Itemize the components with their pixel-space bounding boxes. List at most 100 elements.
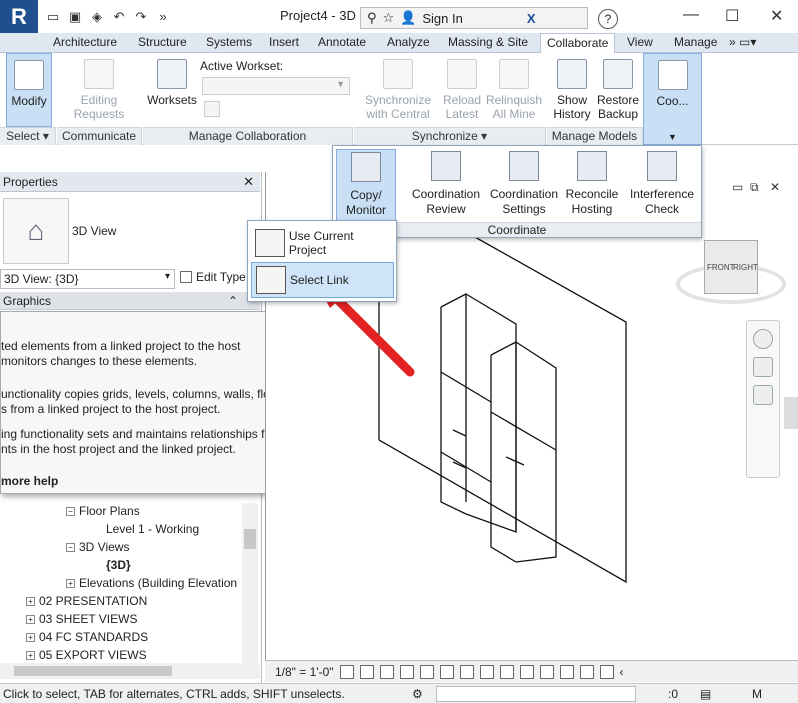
navigation-bar: [746, 320, 780, 478]
interference-check-button[interactable]: Interference Check: [625, 149, 699, 217]
tab-view[interactable]: View: [627, 35, 653, 49]
sign-in-button[interactable]: Sign In: [422, 11, 462, 26]
detail-level-icon[interactable]: [339, 664, 354, 679]
sync-central-button[interactable]: Synchronize with Central: [362, 57, 434, 121]
coordination-settings-button[interactable]: Coordination Settings: [488, 149, 560, 217]
tree-vertical-scrollbar[interactable]: [242, 503, 258, 663]
highlight-displacement-icon[interactable]: [579, 664, 594, 679]
tree-floor-plans[interactable]: − Floor Plans: [66, 504, 140, 518]
close-icon[interactable]: ✕: [770, 6, 783, 26]
expand-icon[interactable]: +: [66, 579, 75, 589]
redo-icon[interactable]: ↷: [132, 8, 150, 26]
reveal-constraints-icon[interactable]: [599, 664, 614, 679]
view-type-selector[interactable]: 3D View: {3D} ▾: [0, 269, 175, 289]
scroll-thumb[interactable]: [14, 666, 172, 676]
coordinate-panel-button[interactable]: Coo... ▼: [643, 53, 702, 145]
tree-3d-views[interactable]: −3D Views: [66, 540, 129, 554]
editing-requests-button[interactable]: Editing Requests: [68, 57, 130, 121]
modify-button[interactable]: Modify: [6, 53, 52, 127]
reload-latest-button[interactable]: Reload Latest: [440, 57, 484, 121]
tab-annotate[interactable]: Annotate: [318, 35, 366, 49]
open-icon[interactable]: ▭: [44, 8, 62, 26]
design-options-icon[interactable]: ▤: [700, 687, 711, 701]
more-help-link[interactable]: more help: [1, 474, 58, 489]
chevron-left-icon[interactable]: ‹: [620, 665, 624, 679]
crop-view-icon[interactable]: [439, 664, 454, 679]
edit-type-button[interactable]: Edit Type: [180, 270, 246, 284]
viewport-scrollbar[interactable]: [784, 397, 798, 429]
tree-presentation[interactable]: +02 PRESENTATION: [26, 594, 147, 608]
shadows-icon[interactable]: [399, 664, 414, 679]
temp-hide-icon[interactable]: [499, 664, 514, 679]
reconcile-hosting-button[interactable]: Reconcile Hosting: [561, 149, 623, 217]
tree-fc-standards[interactable]: +04 FC STANDARDS: [26, 630, 148, 644]
show-crop-icon[interactable]: [459, 664, 474, 679]
tree-horizontal-scrollbar[interactable]: [0, 663, 260, 679]
user-icon: 👤: [400, 10, 417, 25]
tree-elevations[interactable]: + Elevations (Building Elevation: [66, 576, 237, 590]
relinquish-all-button[interactable]: Relinquish All Mine: [485, 57, 543, 121]
tree-level1[interactable]: Level 1 - Working: [106, 522, 199, 536]
restore-backup-button[interactable]: Restore Backup: [595, 57, 641, 121]
save-icon[interactable]: ▣: [66, 8, 84, 26]
tab-architecture[interactable]: Architecture: [53, 35, 117, 49]
star-icon[interactable]: ☆: [383, 10, 395, 26]
tree-sheet-views[interactable]: +03 SHEET VIEWS: [26, 612, 137, 626]
lock-view-icon[interactable]: [479, 664, 494, 679]
render-icon[interactable]: [419, 664, 434, 679]
tab-manage[interactable]: Manage: [674, 35, 717, 49]
more-icon[interactable]: »: [154, 8, 172, 26]
window-title: Project4 - 3D ...: [280, 8, 371, 23]
maximize-icon[interactable]: ☐: [725, 6, 739, 26]
select-panel-label[interactable]: Select ▾: [0, 127, 56, 145]
tab-massing-site[interactable]: Massing & Site: [448, 35, 528, 49]
tree-export-views[interactable]: +05 EXPORT VIEWS: [26, 648, 147, 662]
application-menu-button[interactable]: R: [0, 0, 38, 34]
active-workset-dropdown[interactable]: ▼: [202, 77, 350, 95]
worksharing-display-icon[interactable]: [539, 664, 554, 679]
expand-icon[interactable]: +: [26, 615, 35, 625]
use-current-project-item[interactable]: Use Current Project: [251, 225, 394, 261]
tab-analyze[interactable]: Analyze: [387, 35, 430, 49]
tree-3d-view[interactable]: {3D}: [106, 558, 131, 572]
tab-collaborate[interactable]: Collaborate: [540, 33, 616, 54]
workset-status-dropdown[interactable]: [436, 686, 636, 702]
scale-selector[interactable]: 1/8" = 1'-0": [275, 665, 334, 679]
close-icon[interactable]: ✕: [243, 174, 254, 190]
viewcube[interactable]: FRONT RIGHT: [676, 234, 786, 306]
status-m-icon[interactable]: M: [752, 687, 762, 701]
reveal-hidden-icon[interactable]: [519, 664, 534, 679]
manage-models-panel-label: Manage Models: [547, 127, 643, 145]
gray-inactive-icon[interactable]: [204, 101, 220, 117]
minimize-icon[interactable]: —: [683, 6, 699, 24]
expand-icon[interactable]: +: [26, 651, 35, 661]
undo-icon[interactable]: ↶: [110, 8, 128, 26]
visual-style-icon[interactable]: [359, 664, 374, 679]
expand-icon[interactable]: +: [26, 633, 35, 643]
binoculars-icon[interactable]: ⚲: [367, 10, 377, 26]
steering-wheel-icon[interactable]: [753, 329, 773, 349]
expand-icon[interactable]: +: [26, 597, 35, 607]
worksets-status-icon[interactable]: ⚙: [412, 687, 423, 701]
show-history-button[interactable]: Show History: [549, 57, 595, 121]
select-link-item[interactable]: Select Link: [251, 262, 394, 298]
worksets-button[interactable]: Worksets: [145, 57, 199, 107]
coordination-review-button[interactable]: Coordination Review: [405, 149, 487, 217]
sync-icon[interactable]: ◈: [88, 8, 106, 26]
analytical-model-icon[interactable]: [559, 664, 574, 679]
graphics-section-header[interactable]: Graphics ⌃: [0, 292, 260, 310]
tab-insert[interactable]: Insert: [269, 35, 299, 49]
sun-path-icon[interactable]: [379, 664, 394, 679]
scroll-thumb[interactable]: [244, 529, 256, 549]
orbit-icon[interactable]: [753, 385, 773, 405]
tab-structure[interactable]: Structure: [138, 35, 187, 49]
collapse-icon[interactable]: −: [66, 507, 75, 517]
exchange-icon[interactable]: X: [527, 11, 536, 26]
help-icon[interactable]: ?: [598, 9, 618, 29]
copy-monitor-button[interactable]: Copy/ Monitor: [336, 149, 396, 223]
zoom-icon[interactable]: [753, 357, 773, 377]
collapse-icon[interactable]: −: [66, 543, 75, 553]
tab-systems[interactable]: Systems: [206, 35, 252, 49]
synchronize-panel-label[interactable]: Synchronize ▾: [354, 127, 546, 145]
tab-overflow-icon[interactable]: » ▭▾: [729, 35, 756, 49]
